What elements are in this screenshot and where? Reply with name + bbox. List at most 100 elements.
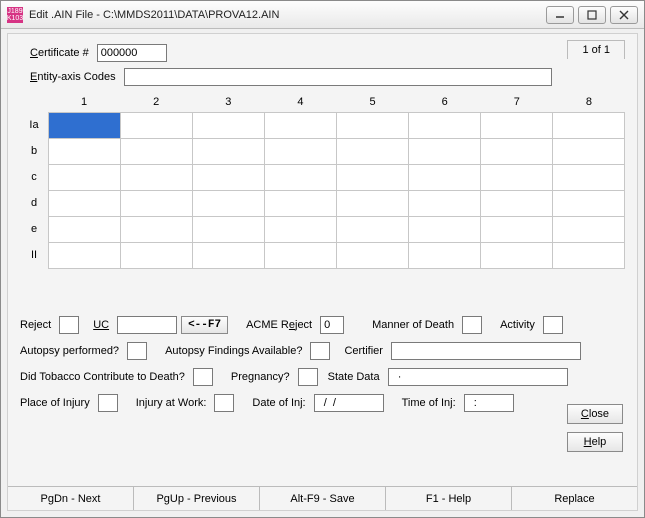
- grid-cell[interactable]: [121, 243, 193, 269]
- grid-cell[interactable]: [265, 243, 337, 269]
- manner-of-death-input[interactable]: [462, 316, 482, 334]
- autopsy-performed-input[interactable]: [127, 342, 147, 360]
- autopsy-performed-label: Autopsy performed?: [20, 345, 123, 357]
- grid-cell[interactable]: [193, 243, 265, 269]
- col-header: 2: [120, 92, 192, 112]
- time-of-inj-label: Time of Inj:: [402, 397, 460, 409]
- grid-cell[interactable]: [553, 217, 625, 243]
- help-button[interactable]: Help: [567, 432, 623, 452]
- grid-cell[interactable]: [553, 191, 625, 217]
- grid-cell[interactable]: [49, 139, 121, 165]
- grid-cell[interactable]: [409, 113, 481, 139]
- grid-cell[interactable]: [337, 191, 409, 217]
- uc-label: UC: [93, 319, 113, 331]
- grid-cell[interactable]: [121, 217, 193, 243]
- row-header: b: [20, 138, 48, 164]
- grid-cell[interactable]: [337, 113, 409, 139]
- activity-label: Activity: [500, 319, 539, 331]
- col-header: 4: [264, 92, 336, 112]
- f7-button[interactable]: <--F7: [181, 316, 228, 334]
- grid-cell[interactable]: [337, 243, 409, 269]
- grid-cell[interactable]: [265, 217, 337, 243]
- tobacco-input[interactable]: [193, 368, 213, 386]
- grid-cell[interactable]: [409, 217, 481, 243]
- activity-input[interactable]: [543, 316, 563, 334]
- close-button[interactable]: Close: [567, 404, 623, 424]
- window-title: Edit .AIN File - C:\MMDS2011\DATA\PROVA1…: [29, 9, 546, 21]
- injury-at-work-input[interactable]: [214, 394, 234, 412]
- uc-input[interactable]: [117, 316, 177, 334]
- manner-of-death-label: Manner of Death: [372, 319, 458, 331]
- grid-cell[interactable]: [409, 165, 481, 191]
- grid-cell[interactable]: [481, 191, 553, 217]
- grid-cell[interactable]: [193, 191, 265, 217]
- grid-cell[interactable]: [553, 139, 625, 165]
- grid-cell[interactable]: [49, 191, 121, 217]
- page-indicator: 1 of 1: [567, 40, 625, 59]
- grid-cell[interactable]: [481, 139, 553, 165]
- maximize-button[interactable]: [578, 6, 606, 24]
- grid-cell[interactable]: [481, 243, 553, 269]
- minimize-button[interactable]: [546, 6, 574, 24]
- grid-cell[interactable]: [121, 191, 193, 217]
- autopsy-findings-input[interactable]: [310, 342, 330, 360]
- grid-cell[interactable]: [121, 113, 193, 139]
- status-save: Alt-F9 - Save: [260, 487, 386, 510]
- grid-cell[interactable]: [337, 139, 409, 165]
- grid-cell[interactable]: [49, 217, 121, 243]
- close-window-button[interactable]: [610, 6, 638, 24]
- grid-cell[interactable]: [553, 243, 625, 269]
- grid-cell[interactable]: [121, 139, 193, 165]
- grid-cell[interactable]: [481, 217, 553, 243]
- titlebar: J189 K103 Edit .AIN File - C:\MMDS2011\D…: [1, 1, 644, 29]
- entity-axis-input[interactable]: [124, 68, 552, 86]
- col-header: 5: [337, 92, 409, 112]
- date-of-inj-input[interactable]: [314, 394, 384, 412]
- codes-grid: 1 2 3 4 5 6 7 8 Ia b c d e II: [20, 92, 625, 269]
- grid-cell[interactable]: [121, 165, 193, 191]
- acme-reject-label: ACME Reject: [246, 319, 316, 331]
- certificate-label: Certificate #: [30, 47, 93, 59]
- grid-cell[interactable]: [481, 165, 553, 191]
- grid-cell[interactable]: [553, 165, 625, 191]
- grid-cell[interactable]: [193, 165, 265, 191]
- grid-cell[interactable]: [49, 113, 121, 139]
- grid-cell[interactable]: [193, 217, 265, 243]
- certifier-label: Certifier: [344, 345, 387, 357]
- grid-cell[interactable]: [265, 191, 337, 217]
- reject-label: Reject: [20, 319, 55, 331]
- status-replace: Replace: [512, 487, 637, 510]
- row-header: e: [20, 216, 48, 242]
- certifier-input[interactable]: [391, 342, 581, 360]
- status-bar: PgDn - Next PgUp - Previous Alt-F9 - Sav…: [8, 486, 637, 510]
- col-header: 8: [553, 92, 625, 112]
- grid-cell[interactable]: [553, 113, 625, 139]
- grid-cell[interactable]: [409, 139, 481, 165]
- grid-cell[interactable]: [193, 113, 265, 139]
- place-of-injury-label: Place of Injury: [20, 397, 94, 409]
- reject-input[interactable]: [59, 316, 79, 334]
- grid-cell[interactable]: [49, 165, 121, 191]
- state-data-input[interactable]: [388, 368, 568, 386]
- grid-cell[interactable]: [49, 243, 121, 269]
- pregnancy-input[interactable]: [298, 368, 318, 386]
- status-pgdn: PgDn - Next: [8, 487, 134, 510]
- grid-cell[interactable]: [409, 243, 481, 269]
- time-of-inj-input[interactable]: [464, 394, 514, 412]
- grid-cell[interactable]: [337, 217, 409, 243]
- place-of-injury-input[interactable]: [98, 394, 118, 412]
- state-data-label: State Data: [328, 371, 384, 383]
- grid-cell[interactable]: [265, 139, 337, 165]
- grid-cell[interactable]: [265, 113, 337, 139]
- grid-cell[interactable]: [337, 165, 409, 191]
- grid-cell[interactable]: [193, 139, 265, 165]
- certificate-input[interactable]: [97, 44, 167, 62]
- col-header: 3: [192, 92, 264, 112]
- col-header: 6: [409, 92, 481, 112]
- pregnancy-label: Pregnancy?: [231, 371, 294, 383]
- row-header: Ia: [20, 112, 48, 138]
- acme-reject-input[interactable]: [320, 316, 344, 334]
- grid-cell[interactable]: [481, 113, 553, 139]
- grid-cell[interactable]: [409, 191, 481, 217]
- grid-cell[interactable]: [265, 165, 337, 191]
